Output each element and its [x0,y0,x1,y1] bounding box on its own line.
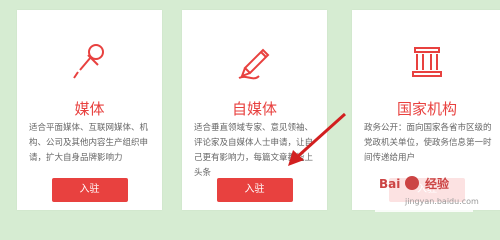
watermark-url: jingyan.baidu.com [405,197,479,206]
government-title: 国家机构 [396,100,457,118]
self-media-join-button[interactable]: 入驻 [216,178,293,202]
microphone-icon [68,38,112,82]
self-media-card: 自媒体 适合垂直领域专家、意见领袖、评论家及自媒体人士申请，让自己更有影响力，每… [182,10,327,210]
baidu-jingyan-watermark: Bai 经验 jingyan.baidu.com [375,172,479,212]
media-card: 媒体 适合平面媒体、互联网媒体、机构、公司及其他内容生产组织申请，扩大自身品牌影… [17,10,162,210]
media-join-button[interactable]: 入驻 [51,178,128,202]
government-description: 政务公开：面向国家各省市区级的党政机关单位，使政务信息第一时间传递给用户 [364,123,492,163]
media-title: 媒体 [74,100,105,118]
watermark-left-text: Bai [379,177,401,191]
pen-icon [233,38,277,82]
watermark-right-text: 经验 [425,177,450,191]
media-description: 适合平面媒体、互联网媒体、机构、公司及其他内容生产组织申请，扩大自身品牌影响力 [29,123,149,163]
paw-icon [405,176,419,190]
self-media-title: 自媒体 [231,100,277,118]
government-building-icon [405,38,449,82]
self-media-description: 适合垂直领域专家、意见领袖、评论家及自媒体人士申请，让自己更有影响力，每篇文章都… [194,123,314,178]
